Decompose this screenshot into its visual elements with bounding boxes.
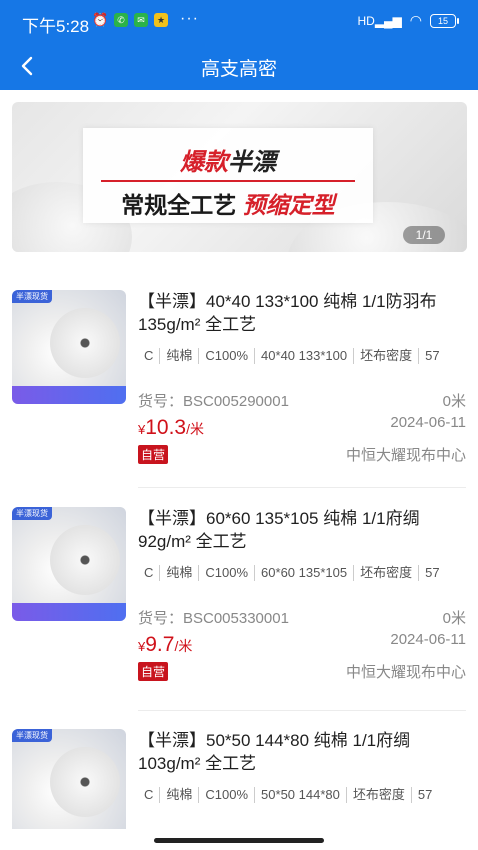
page-title: 高支高密 — [200, 59, 277, 80]
divider — [138, 487, 466, 488]
product-sku: 货号：BSC005330001 — [138, 610, 289, 627]
spec-list: C 纯棉 C100% 50*50 144*80 坯布密度 57 — [138, 787, 466, 809]
spec-list: C 纯棉 C100% 60*60 135*105 坯布密度 57 — [138, 565, 466, 587]
product-card[interactable]: 半漂现货 【半漂】50*50 144*80 纯棉 1/1府绸 103g/m² 全… — [0, 729, 478, 829]
signal-icon: HD▂▄▆ — [357, 13, 402, 28]
product-price: ¥9.7/米 — [138, 633, 193, 656]
product-quantity: 0米 — [442, 393, 466, 410]
spec-list: C 纯棉 C100% 40*40 133*100 坯布密度 57 — [138, 348, 466, 370]
promo-banner[interactable]: 爆款半漂 常规全工艺 预缩定型 1/1 — [12, 102, 467, 252]
product-thumbnail[interactable]: 半漂现货 — [12, 729, 126, 829]
self-operated-badge: 自营 — [138, 662, 169, 681]
product-sku: 货号：BSC005290001 — [138, 393, 289, 410]
status-time: 下午5:28 — [22, 17, 90, 36]
wechat-icon: ✉ — [134, 13, 148, 27]
alarm-icon: ⏰ — [92, 12, 109, 27]
supplier-name[interactable]: 中恒大耀现布中心 — [346, 661, 466, 682]
banner-pager: 1/1 — [403, 226, 445, 244]
fabric-roll-image — [50, 308, 120, 378]
battery-icon: 15 — [430, 13, 459, 28]
product-date: 2024-06-11 — [390, 414, 466, 431]
product-title[interactable]: 【半漂】50*50 144*80 纯棉 1/1府绸 103g/m² 全工艺 — [138, 729, 468, 775]
product-date: 2024-06-11 — [390, 631, 466, 648]
self-operated-badge: 自营 — [138, 445, 169, 464]
fabric-roll-image — [50, 525, 120, 595]
product-price: ¥10.3/米 — [138, 416, 204, 439]
banner-divider — [101, 180, 355, 182]
product-title[interactable]: 【半漂】60*60 135*105 纯棉 1/1府绸 92g/m² 全工艺 — [138, 507, 468, 553]
nav-bar: 高支高密 — [0, 42, 478, 90]
product-title[interactable]: 【半漂】40*40 133*100 纯棉 1/1防羽布 135g/m² 全工艺 — [138, 290, 468, 336]
wifi-icon: ◠ — [409, 12, 422, 28]
phone-icon: ✆ — [114, 13, 128, 27]
fabric-roll-image — [50, 747, 120, 817]
more-notifications-icon: ··· — [180, 10, 199, 27]
product-thumbnail[interactable]: 半漂现货 — [12, 290, 126, 404]
home-indicator[interactable] — [154, 838, 324, 843]
product-thumbnail[interactable]: 半漂现货 — [12, 507, 126, 621]
banner-text-box: 爆款半漂 常规全工艺 预缩定型 — [83, 128, 373, 223]
banner-headline: 爆款半漂 — [180, 149, 276, 176]
supplier-name[interactable]: 中恒大耀现布中心 — [346, 444, 466, 465]
banner-subline: 常规全工艺 预缩定型 — [121, 192, 335, 218]
status-right: HD▂▄▆ ◠ 15 — [357, 12, 459, 29]
meituan-icon: ★ — [154, 13, 168, 27]
divider — [138, 710, 466, 711]
status-bar: 下午5:28 ⏰ ✆ ✉ ★ ··· HD▂▄▆ ◠ 15 — [0, 0, 478, 42]
notification-icons: ⏰ ✆ ✉ ★ — [92, 12, 168, 28]
product-quantity: 0米 — [442, 610, 466, 627]
